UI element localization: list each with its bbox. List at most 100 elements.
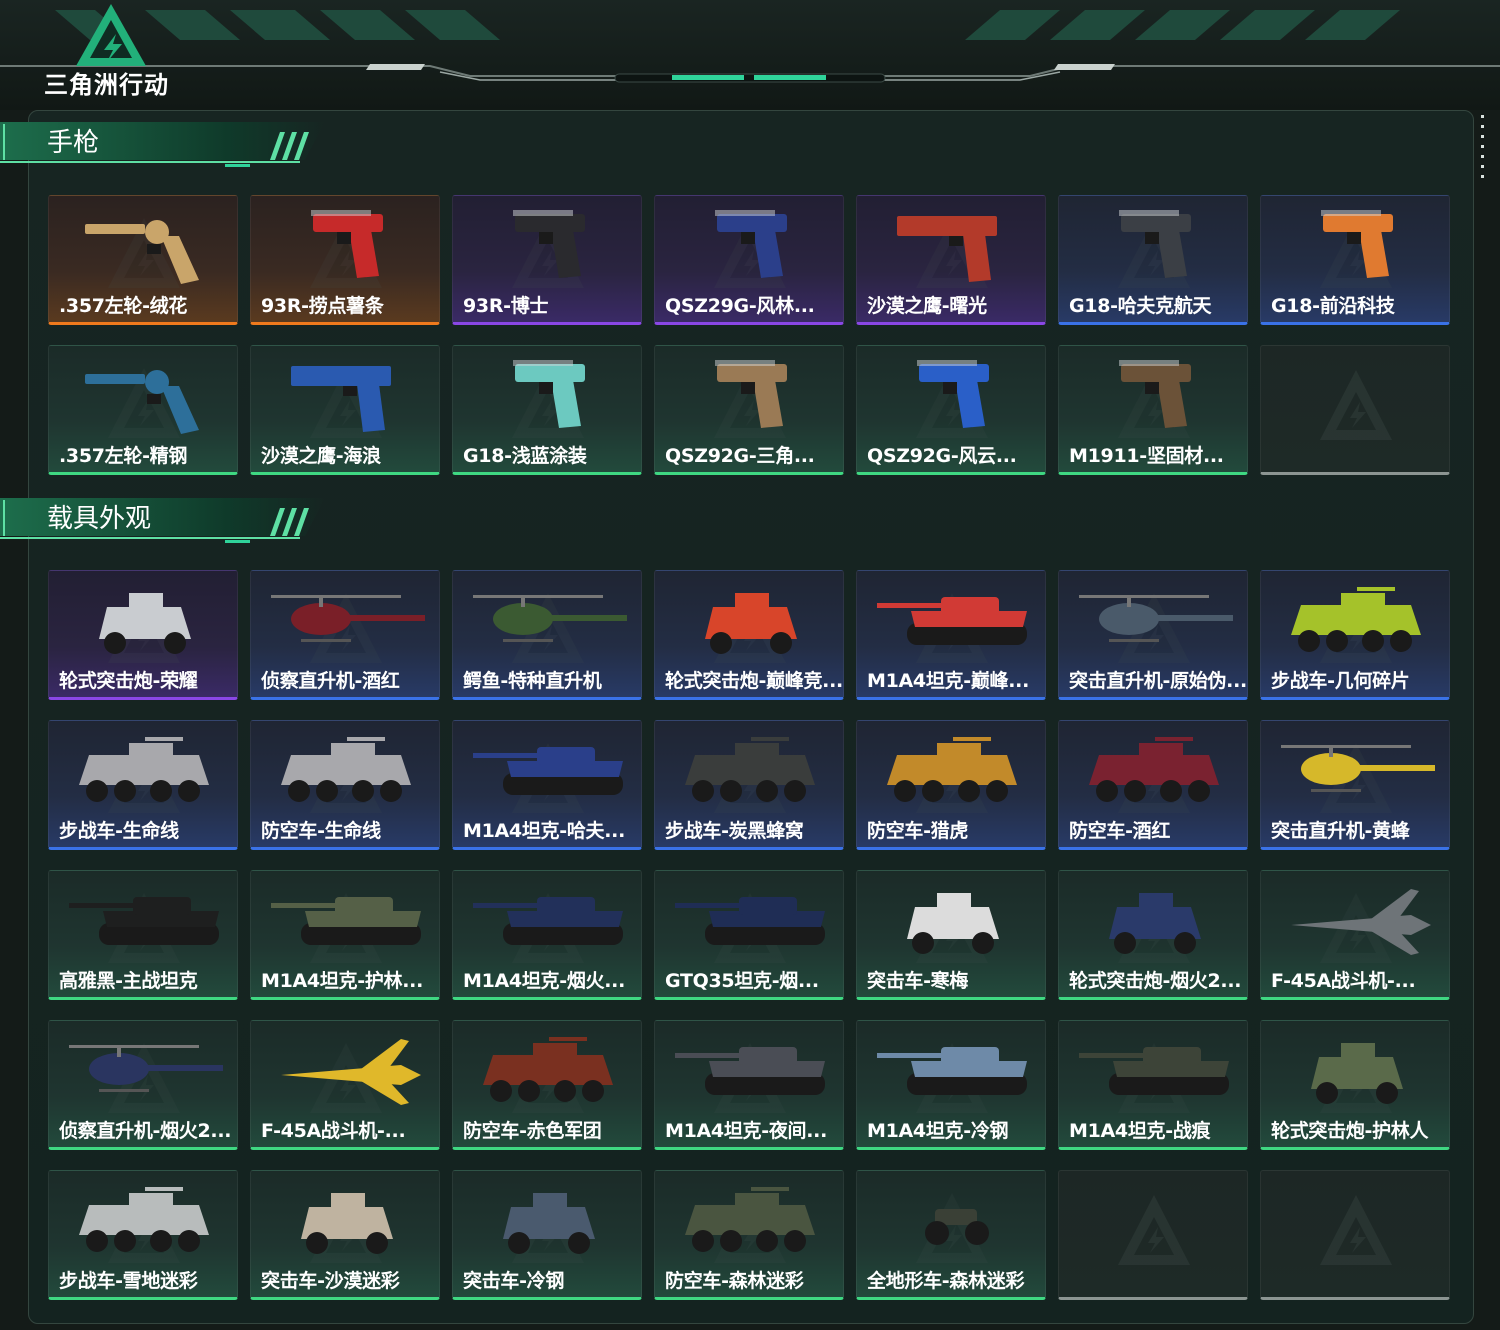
skin-card[interactable]: 防空车-生命线 [250, 720, 440, 850]
skin-name: 防空车-酒红 [1069, 820, 1171, 842]
skin-name: G18-哈夫克航天 [1069, 295, 1212, 317]
skin-card[interactable]: G18-哈夫克航天 [1058, 195, 1248, 325]
jeep-icon [1059, 871, 1247, 971]
heli-icon [49, 1021, 237, 1121]
skin-name: 高雅黑-主战坦克 [59, 970, 198, 992]
skin-card[interactable]: 侦察直升机-酒红 [250, 570, 440, 700]
skin-card[interactable]: 突击直升机-原始伪... [1058, 570, 1248, 700]
jeep-icon [453, 1171, 641, 1271]
skin-name: 防空车-猎虎 [867, 820, 969, 842]
skin-card[interactable]: M1A4坦克-冷钢 [856, 1020, 1046, 1150]
jet-icon [1261, 871, 1449, 971]
skin-name: M1911-坚固材... [1069, 445, 1224, 467]
skin-card[interactable]: M1A4坦克-巅峰... [856, 570, 1046, 700]
empty-slot [1260, 345, 1450, 475]
skin-card[interactable]: 93R-捞点薯条 [250, 195, 440, 325]
scrollbar[interactable] [1481, 115, 1485, 178]
skin-card[interactable]: 全地形车-森林迷彩 [856, 1170, 1046, 1300]
skin-card[interactable]: 步战车-生命线 [48, 720, 238, 850]
skin-card[interactable]: 侦察直升机-烟火2... [48, 1020, 238, 1150]
jeep-icon [1261, 1021, 1449, 1121]
skin-card[interactable]: QSZ29G-风林... [654, 195, 844, 325]
pistol-icon [251, 196, 439, 296]
skin-card[interactable]: 防空车-赤色军团 [452, 1020, 642, 1150]
skin-name: 轮式突击炮-烟火2... [1069, 970, 1242, 992]
skin-card[interactable]: GTQ35坦克-烟... [654, 870, 844, 1000]
skin-card[interactable]: M1911-坚固材... [1058, 345, 1248, 475]
apc-icon [453, 1021, 641, 1121]
skin-card[interactable]: G18-前沿科技 [1260, 195, 1450, 325]
skin-name: 防空车-森林迷彩 [665, 1270, 804, 1292]
skin-card[interactable]: QSZ92G-风云... [856, 345, 1046, 475]
skin-card[interactable]: F-45A战斗机-... [1260, 870, 1450, 1000]
delta-watermark-icon [1114, 1191, 1194, 1275]
tank-icon [453, 871, 641, 971]
skin-card[interactable]: 沙漠之鹰-海浪 [250, 345, 440, 475]
apc-icon [857, 721, 1045, 821]
section-title: 手枪 [47, 128, 100, 158]
skin-card[interactable]: QSZ92G-三角... [654, 345, 844, 475]
skin-card[interactable]: F-45A战斗机-... [250, 1020, 440, 1150]
top-header: 三角洲行动 [0, 0, 1500, 110]
skin-name: 步战车-炭黑蜂窝 [665, 820, 804, 842]
skin-card[interactable]: 突击直升机-黄蜂 [1260, 720, 1450, 850]
tank-icon [49, 871, 237, 971]
apc-icon [1261, 571, 1449, 671]
skin-card[interactable]: M1A4坦克-烟火... [452, 870, 642, 1000]
apc-icon [655, 1171, 843, 1271]
skin-name: M1A4坦克-护林... [261, 970, 423, 992]
skin-card[interactable]: .357左轮-绒花 [48, 195, 238, 325]
pistol-icon [453, 346, 641, 446]
skin-card[interactable]: 防空车-猎虎 [856, 720, 1046, 850]
skin-card[interactable]: 轮式突击炮-巅峰竞... [654, 570, 844, 700]
skin-name: 突击车-冷钢 [463, 1270, 565, 1292]
heli-icon [1059, 571, 1247, 671]
skin-card[interactable]: 防空车-酒红 [1058, 720, 1248, 850]
skin-card[interactable]: M1A4坦克-战痕 [1058, 1020, 1248, 1150]
deagle-icon [857, 196, 1045, 296]
skin-card[interactable]: 突击车-沙漠迷彩 [250, 1170, 440, 1300]
jet-icon [251, 1021, 439, 1121]
skin-card[interactable]: G18-浅蓝涂装 [452, 345, 642, 475]
apc-icon [49, 1171, 237, 1271]
skin-card[interactable]: 轮式突击炮-烟火2... [1058, 870, 1248, 1000]
skin-card[interactable]: 轮式突击炮-护林人 [1260, 1020, 1450, 1150]
tank-icon [857, 1021, 1045, 1121]
skin-name: 93R-博士 [463, 295, 549, 317]
deagle-icon [251, 346, 439, 446]
skin-name: .357左轮-精钢 [59, 445, 188, 467]
skin-card[interactable]: 步战车-几何碎片 [1260, 570, 1450, 700]
skin-card[interactable]: M1A4坦克-护林... [250, 870, 440, 1000]
skin-name: .357左轮-绒花 [59, 295, 188, 317]
skin-name: 沙漠之鹰-曙光 [867, 295, 987, 317]
skin-card[interactable]: 步战车-雪地迷彩 [48, 1170, 238, 1300]
skin-card[interactable]: 93R-博士 [452, 195, 642, 325]
skin-card[interactable]: 防空车-森林迷彩 [654, 1170, 844, 1300]
skin-card[interactable]: M1A4坦克-夜间... [654, 1020, 844, 1150]
skin-card[interactable]: M1A4坦克-哈夫... [452, 720, 642, 850]
skin-card[interactable]: 高雅黑-主战坦克 [48, 870, 238, 1000]
pistol-icon [1059, 346, 1247, 446]
skin-name: M1A4坦克-夜间... [665, 1120, 827, 1142]
tank-icon [857, 571, 1045, 671]
tank-icon [1059, 1021, 1247, 1121]
jeep-icon [251, 1171, 439, 1271]
skin-card[interactable]: 步战车-炭黑蜂窝 [654, 720, 844, 850]
section-header-pistols: 手枪 [0, 120, 330, 176]
skin-card[interactable]: 突击车-冷钢 [452, 1170, 642, 1300]
skin-name: 防空车-赤色军团 [463, 1120, 602, 1142]
section-header-vehicles: 载具外观 [0, 496, 330, 552]
skin-card[interactable]: 沙漠之鹰-曙光 [856, 195, 1046, 325]
skin-card[interactable]: 轮式突击炮-荣耀 [48, 570, 238, 700]
pistol-icon [1261, 196, 1449, 296]
pistol-icon [1059, 196, 1247, 296]
skin-card[interactable]: .357左轮-精钢 [48, 345, 238, 475]
skin-card[interactable]: 突击车-寒梅 [856, 870, 1046, 1000]
skin-name: 轮式突击炮-荣耀 [59, 670, 198, 692]
heli-icon [1261, 721, 1449, 821]
empty-slot [1260, 1170, 1450, 1300]
empty-slot [1058, 1170, 1248, 1300]
skin-name: QSZ92G-三角... [665, 445, 815, 467]
skin-name: 步战车-雪地迷彩 [59, 1270, 198, 1292]
skin-card[interactable]: 鳄鱼-特种直升机 [452, 570, 642, 700]
